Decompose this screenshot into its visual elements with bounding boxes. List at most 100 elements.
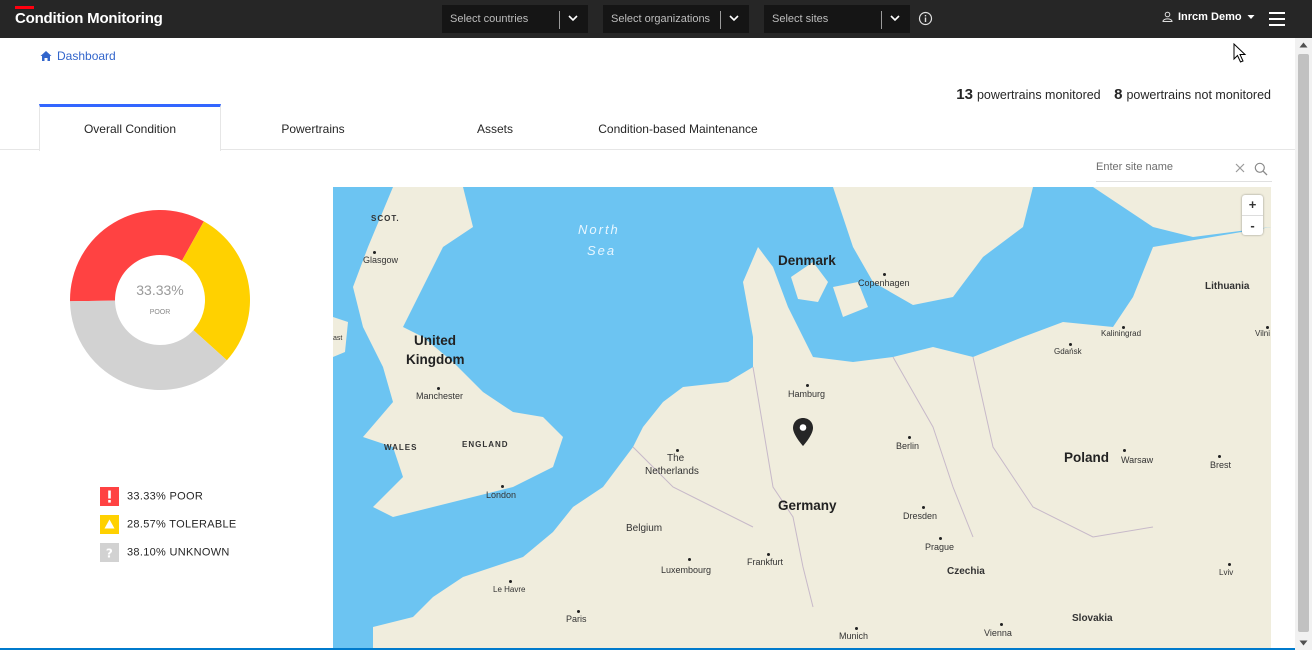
not-monitored-label: powertrains not monitored xyxy=(1126,88,1271,102)
site-search-input[interactable] xyxy=(1096,161,1236,173)
map-label: The xyxy=(667,453,685,464)
powertrain-stats: 13 powertrains monitored 8 powertrains not… xyxy=(946,86,1271,103)
donut-center-value: 33.33% xyxy=(136,282,184,298)
question-icon: ? xyxy=(100,543,119,562)
map-label: Czechia xyxy=(947,566,985,577)
monitored-label: powertrains monitored xyxy=(976,88,1101,102)
legend-item-tolerable[interactable]: 28.57% TOLERABLE xyxy=(100,515,237,543)
chevron-down-icon[interactable] xyxy=(567,12,579,24)
map-label: Copenhagen xyxy=(858,278,910,288)
page-scrollbar[interactable] xyxy=(1295,38,1312,650)
user-menu[interactable]: Inrcm Demo xyxy=(1162,11,1260,23)
legend-item-unknown[interactable]: ? 38.10% UNKNOWN xyxy=(100,543,237,571)
city-dot xyxy=(509,580,512,583)
clear-icon[interactable] xyxy=(1235,163,1245,173)
map-label: Dresden xyxy=(903,511,938,521)
brand-accent xyxy=(15,6,34,9)
city-dot xyxy=(501,485,504,488)
tab-condition-based-maintenance[interactable]: Condition-based Maintenance xyxy=(587,104,769,150)
city-dot xyxy=(1122,326,1125,329)
city-dot xyxy=(373,251,376,254)
city-dot xyxy=(1000,623,1003,626)
map-label: Kaliningrad xyxy=(1101,329,1142,338)
map-label: Le Havre xyxy=(493,585,526,594)
map-label: Kingdom xyxy=(406,352,465,367)
map-label: Luxembourg xyxy=(661,565,712,575)
scroll-thumb[interactable] xyxy=(1298,54,1309,632)
map-label: North xyxy=(578,222,620,237)
organization-select[interactable]: Select organizations xyxy=(603,5,749,33)
search-icon[interactable] xyxy=(1254,162,1268,176)
city-dot xyxy=(939,537,942,540)
organization-select-placeholder: Select organizations xyxy=(611,13,711,25)
map-label: Lithuania xyxy=(1205,281,1250,292)
legend-text-poor: 33.33% POOR xyxy=(127,490,204,503)
condition-legend: 33.33% POOR 28.57% TOLERABLE ? 38.10% UNK… xyxy=(100,487,237,571)
map-label: ast xyxy=(333,335,343,342)
city-dot xyxy=(1123,449,1126,452)
city-dot xyxy=(437,387,440,390)
breadcrumb[interactable]: Dashboard xyxy=(40,49,116,63)
map-pin-icon[interactable] xyxy=(792,417,814,447)
map-label: ENGLAND xyxy=(462,440,509,449)
map-label: Netherlands xyxy=(645,466,699,477)
monitored-count: 13 xyxy=(956,86,973,103)
map-label: WALES xyxy=(384,443,418,452)
map-label: Denmark xyxy=(778,253,836,268)
map-label: Paris xyxy=(566,614,587,624)
scroll-up-icon[interactable] xyxy=(1299,42,1308,48)
donut-center-label: POOR xyxy=(149,309,171,316)
city-dot xyxy=(1266,326,1269,329)
map-label: United xyxy=(414,333,456,348)
country-select[interactable]: Select countries xyxy=(442,5,588,33)
warning-triangle-icon xyxy=(100,515,119,534)
map-label: Vienna xyxy=(984,628,1012,638)
chevron-down-icon[interactable] xyxy=(728,12,740,24)
app-title[interactable]: Condition Monitoring xyxy=(15,10,163,27)
map-label: Berlin xyxy=(896,441,920,451)
user-name: Inrcm Demo xyxy=(1178,11,1242,23)
mouse-cursor-icon xyxy=(1233,43,1247,63)
zoom-in-button[interactable]: + xyxy=(1242,195,1263,215)
map-label: London xyxy=(486,490,517,500)
city-dot xyxy=(908,436,911,439)
map-label: Glasgow xyxy=(363,255,399,265)
city-dot xyxy=(676,449,679,452)
map-label: SCOT. xyxy=(371,214,400,223)
city-dot xyxy=(922,506,925,509)
city-dot xyxy=(577,610,580,613)
tab-powertrains[interactable]: Powertrains xyxy=(222,104,404,150)
hamburger-menu-icon[interactable] xyxy=(1269,12,1285,26)
breadcrumb-dashboard[interactable]: Dashboard xyxy=(57,49,116,63)
legend-text-unknown: 38.10% UNKNOWN xyxy=(127,546,230,559)
caret-down-icon xyxy=(1247,15,1255,19)
city-dot xyxy=(883,273,886,276)
zoom-out-button[interactable]: - xyxy=(1242,215,1263,235)
map-label: Belgium xyxy=(626,523,663,534)
map-label: Slovakia xyxy=(1072,613,1113,624)
scroll-down-icon[interactable] xyxy=(1299,640,1308,646)
tab-assets[interactable]: Assets xyxy=(404,104,586,150)
map-label: Warsaw xyxy=(1121,455,1154,465)
top-bar: Condition Monitoring Select countries Se… xyxy=(0,0,1312,38)
site-map[interactable]: + - SCOT. Glasgow North Sea Denmark Cope… xyxy=(333,187,1271,650)
map-label: Manchester xyxy=(416,391,464,401)
city-dot xyxy=(855,627,858,630)
info-icon[interactable] xyxy=(918,11,933,26)
map-zoom-control: + - xyxy=(1242,195,1263,235)
map-label: Hamburg xyxy=(788,389,826,399)
tab-overall-condition[interactable]: Overall Condition xyxy=(39,104,221,151)
map-label: Gdańsk xyxy=(1054,347,1082,356)
map-label: Frankfurt xyxy=(747,557,784,567)
home-icon xyxy=(40,51,52,61)
map-label: Poland xyxy=(1064,450,1110,465)
not-monitored-count: 8 xyxy=(1114,86,1123,103)
site-select[interactable]: Select sites xyxy=(764,5,910,33)
legend-item-poor[interactable]: 33.33% POOR xyxy=(100,487,237,515)
legend-text-tolerable: 28.57% TOLERABLE xyxy=(127,518,237,531)
condition-donut-chart[interactable] xyxy=(65,205,255,395)
map-label: Lviv xyxy=(1219,568,1234,577)
map-label: Munich xyxy=(839,631,869,641)
city-dot xyxy=(1069,343,1072,346)
chevron-down-icon[interactable] xyxy=(889,12,901,24)
